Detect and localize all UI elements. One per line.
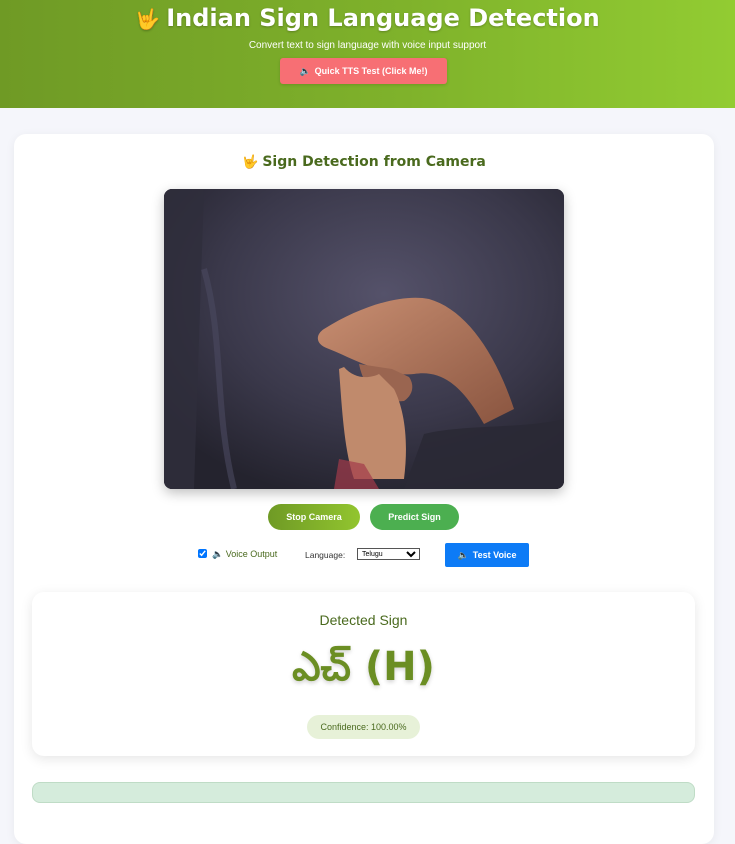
test-voice-button[interactable]: 🔈 Test Voice (445, 543, 529, 567)
camera-feed (164, 189, 564, 489)
speaker-icon: 🔈 (299, 65, 311, 76)
voice-output-text: Voice Output (225, 549, 278, 559)
language-select[interactable]: Telugu (357, 548, 420, 560)
camera-section-title-text: Sign Detection from Camera (262, 154, 486, 170)
sign-hand-icon: 🤟 (135, 7, 161, 31)
quick-tts-test-button[interactable]: 🔈 Quick TTS Test (Click Me!) (280, 58, 447, 84)
language-label: Language: (305, 550, 346, 560)
status-bar (32, 782, 695, 803)
detected-sign-label: Detected Sign (319, 612, 408, 628)
stop-camera-button[interactable]: Stop Camera (268, 504, 360, 530)
app-header: 🤟 Indian Sign Language Detection Convert … (0, 0, 735, 108)
sign-hand-icon: 🤟 (242, 155, 259, 170)
page-title: 🤟 Indian Sign Language Detection (0, 4, 735, 33)
camera-section-title: 🤟 Sign Detection from Camera (14, 154, 714, 170)
speaker-icon: 🔈 (212, 549, 224, 559)
voice-output-label: 🔈 Voice Output (212, 549, 277, 560)
speaker-icon: 🔈 (457, 549, 469, 560)
confidence-badge: Confidence: 100.00% (307, 715, 420, 739)
test-voice-label: Test Voice (472, 550, 517, 560)
predict-sign-button[interactable]: Predict Sign (370, 504, 459, 530)
detection-card: 🤟 Sign Detection from Camera Stop Camera… (14, 134, 714, 844)
voice-output-checkbox[interactable] (198, 549, 207, 558)
result-panel: Detected Sign ఎచ్ (H) Confidence: 100.00… (32, 592, 695, 756)
detected-sign-value: ఎచ్ (H) (292, 644, 435, 690)
camera-frame-image (164, 189, 564, 489)
page-subtitle: Convert text to sign language with voice… (248, 40, 487, 51)
voice-controls: 🔈 Voice Output Language: Telugu 🔈 Test V… (14, 543, 714, 567)
quick-tts-test-label: Quick TTS Test (Click Me!) (314, 66, 428, 76)
page-title-text: Indian Sign Language Detection (166, 4, 600, 32)
